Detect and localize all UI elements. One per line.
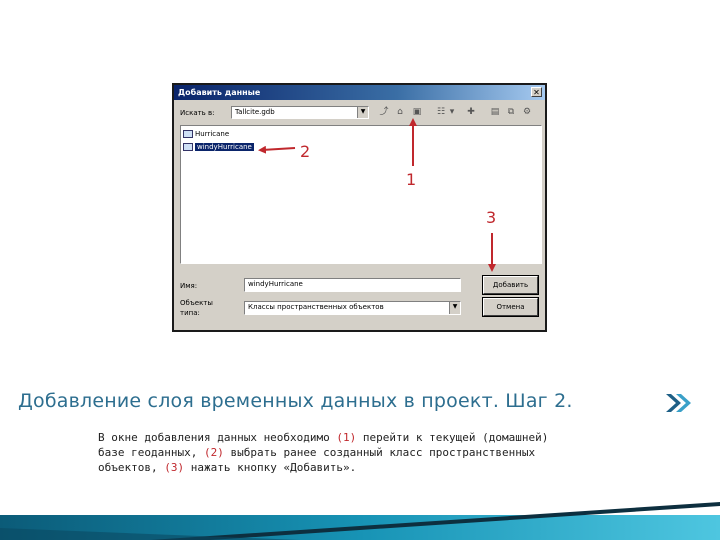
text-span: перейти к текущей (домашней) [356, 431, 549, 444]
marker-2: (2) [203, 446, 224, 459]
annotation-number-2: 2 [300, 142, 311, 161]
marker-1: (1) [336, 431, 357, 444]
text-span: базе геоданных, [98, 446, 204, 459]
annotation-number-3: 3 [486, 208, 497, 227]
next-chevrons-icon[interactable] [664, 391, 694, 415]
text-span: объектов, [98, 461, 165, 474]
arrow-2 [258, 145, 296, 154]
marker-3: (3) [164, 461, 185, 474]
body-line-3: объектов, (3) нажать кнопку «Добавить». [98, 460, 658, 475]
body-line-2: базе геоданных, (2) выбрать ранее создан… [98, 445, 658, 460]
text-span: В окне добавления данных необходимо [98, 431, 337, 444]
text-span: выбрать ранее созданный класс пространст… [223, 446, 536, 459]
text-span: нажать кнопку «Добавить». [184, 461, 357, 474]
slide-body-text: В окне добавления данных необходимо (1) … [98, 430, 658, 475]
annotation-number-1: 1 [406, 170, 417, 189]
body-line-1: В окне добавления данных необходимо (1) … [98, 430, 658, 445]
slide-heading: Добавление слоя временных данных в проек… [18, 390, 573, 412]
bottom-decor-lines [0, 502, 720, 540]
